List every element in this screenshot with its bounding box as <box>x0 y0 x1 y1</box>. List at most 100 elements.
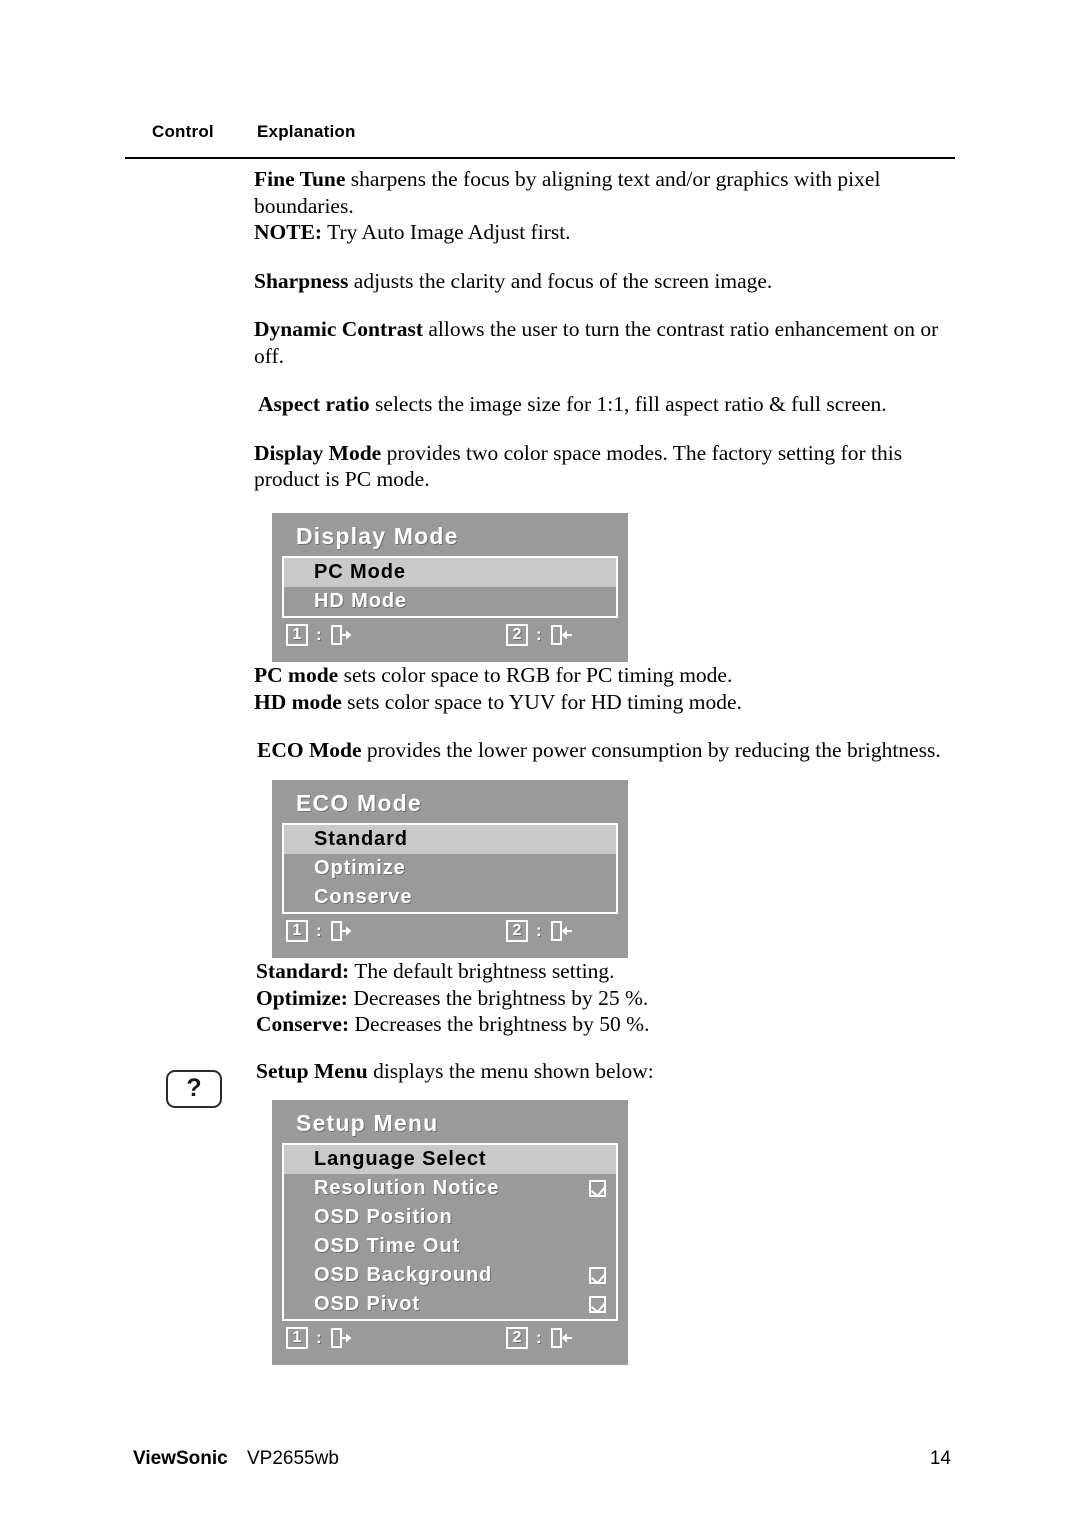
term-eco-mode: ECO Mode <box>257 738 362 762</box>
osd-display-mode: Display Mode PC Mode HD Mode 1 : 2 : <box>272 513 628 662</box>
text-pc-mode: sets color space to RGB for PC timing mo… <box>338 663 733 687</box>
exit-door-right-icon <box>330 1328 352 1348</box>
paragraph-fine-tune: Fine Tune sharpens the focus by aligning… <box>254 166 958 219</box>
osd-item-osd-position-label: OSD Position <box>314 1206 453 1228</box>
explanation-content: Fine Tune sharpens the focus by aligning… <box>254 166 958 515</box>
key-label-1: 1 <box>286 624 308 646</box>
setup-menu-intro-block: Setup Menu displays the menu shown below… <box>256 1058 960 1085</box>
osd-footer-key-1: 1 : <box>286 920 354 942</box>
osd-eco-mode-footer: 1 : 2 : <box>282 920 618 950</box>
osd-eco-mode-title: ECO Mode <box>296 790 422 816</box>
osd-eco-mode-list: Standard Optimize Conserve <box>282 823 618 914</box>
paragraph-optimize: Optimize: Decreases the brightness by 25… <box>256 985 960 1012</box>
paragraph-setup-menu: Setup Menu displays the menu shown below… <box>256 1058 960 1085</box>
page-footer: ViewSonic VP2655wb 14 <box>125 1448 955 1476</box>
text-fine-tune: sharpens the focus by aligning text and/… <box>254 167 881 218</box>
osd-item-standard-label: Standard <box>314 828 408 850</box>
osd-item-osd-time-out[interactable]: OSD Time Out <box>284 1232 616 1261</box>
checkbox-osd-pivot[interactable] <box>589 1296 606 1313</box>
key-separator-1: : <box>316 625 322 644</box>
osd-item-resolution-notice[interactable]: Resolution Notice <box>284 1174 616 1203</box>
osd-footer-key-2: 2 : <box>506 1327 574 1349</box>
key-separator-2: : <box>536 1328 542 1347</box>
osd-item-optimize[interactable]: Optimize <box>284 854 616 883</box>
osd-setup-menu: Setup Menu Language Select Resolution No… <box>272 1100 628 1365</box>
osd-item-osd-background-label: OSD Background <box>314 1264 493 1286</box>
column-header-control: Control <box>152 122 214 141</box>
text-aspect-ratio: selects the image size for 1:1, fill asp… <box>369 392 887 416</box>
osd-display-mode-title: Display Mode <box>296 523 459 549</box>
paragraph-aspect-ratio: Aspect ratio selects the image size for … <box>254 391 958 418</box>
term-note: NOTE: <box>254 220 323 244</box>
term-conserve: Conserve: <box>256 1012 350 1036</box>
footer-model: VP2655wb <box>247 1448 339 1469</box>
term-pc-mode: PC mode <box>254 663 339 687</box>
footer-brand: ViewSonic <box>133 1448 228 1469</box>
osd-setup-menu-footer: 1 : 2 : <box>282 1327 618 1357</box>
osd-display-mode-footer: 1 : 2 : <box>282 624 618 654</box>
osd-item-hd-mode[interactable]: HD Mode <box>284 587 616 616</box>
text-standard: The default brightness setting. <box>349 959 615 983</box>
osd-item-conserve[interactable]: Conserve <box>284 883 616 912</box>
manual-page: Control Explanation Fine Tune sharpens t… <box>0 0 1080 1528</box>
text-setup-menu: displays the menu shown below: <box>367 1059 654 1083</box>
osd-item-conserve-label: Conserve <box>314 886 413 908</box>
eco-mode-descriptions: Standard: The default brightness setting… <box>256 958 960 1038</box>
osd-footer-key-1: 1 : <box>286 1327 354 1349</box>
osd-item-resolution-notice-label: Resolution Notice <box>314 1177 500 1199</box>
osd-item-osd-pivot[interactable]: OSD Pivot <box>284 1290 616 1319</box>
pc-hd-mode-block: PC mode sets color space to RGB for PC t… <box>254 662 958 715</box>
key-separator-2: : <box>536 921 542 940</box>
osd-footer-key-2: 2 : <box>506 624 574 646</box>
osd-item-osd-background[interactable]: OSD Background <box>284 1261 616 1290</box>
key-label-2: 2 <box>506 920 528 942</box>
text-note: Try Auto Image Adjust first. <box>322 220 571 244</box>
text-sharpness: adjusts the clarity and focus of the scr… <box>348 268 773 293</box>
paragraph-standard: Standard: The default brightness setting… <box>256 958 960 985</box>
osd-item-language-select-label: Language Select <box>314 1148 487 1170</box>
paragraph-dynamic-contrast: Dynamic Contrast allows the user to turn… <box>254 316 958 369</box>
osd-item-osd-time-out-label: OSD Time Out <box>314 1235 461 1257</box>
key-label-1: 1 <box>286 1327 308 1349</box>
osd-item-optimize-label: Optimize <box>314 857 406 879</box>
osd-item-language-select[interactable]: Language Select <box>284 1145 616 1174</box>
text-conserve: Decreases the brightness by 50 %. <box>349 1012 650 1036</box>
text-optimize: Decreases the brightness by 25 %. <box>347 985 649 1010</box>
enter-door-left-icon <box>550 625 572 645</box>
key-separator-1: : <box>316 1328 322 1347</box>
header-divider <box>125 157 955 159</box>
osd-footer-key-1: 1 : <box>286 624 354 646</box>
paragraph-eco-mode: ECO Mode provides the lower power consum… <box>257 737 961 764</box>
key-label-2: 2 <box>506 624 528 646</box>
checkbox-osd-background[interactable] <box>589 1267 606 1284</box>
osd-item-osd-position[interactable]: OSD Position <box>284 1203 616 1232</box>
osd-item-standard[interactable]: Standard <box>284 825 616 854</box>
term-standard: Standard: <box>256 959 350 983</box>
osd-eco-mode: ECO Mode Standard Optimize Conserve 1 : <box>272 780 628 958</box>
key-label-2: 2 <box>506 1327 528 1349</box>
question-mark-icon: ? <box>166 1070 222 1108</box>
exit-door-right-icon <box>330 625 352 645</box>
osd-display-mode-list: PC Mode HD Mode <box>282 556 618 618</box>
paragraph-conserve: Conserve: Decreases the brightness by 50… <box>256 1011 960 1038</box>
osd-item-pc-mode[interactable]: PC Mode <box>284 558 616 587</box>
osd-setup-menu-list: Language Select Resolution Notice OSD Po… <box>282 1143 618 1321</box>
term-setup-menu: Setup Menu <box>256 1059 368 1083</box>
exit-door-right-icon <box>330 921 352 941</box>
checkbox-resolution-notice[interactable] <box>589 1180 606 1197</box>
term-dynamic-contrast: Dynamic Contrast <box>254 317 423 341</box>
osd-item-pc-mode-label: PC Mode <box>314 561 406 583</box>
paragraph-note: NOTE: Try Auto Image Adjust first. <box>254 219 958 246</box>
paragraph-sharpness: Sharpness adjusts the clarity and focus … <box>254 268 958 295</box>
term-aspect-ratio: Aspect ratio <box>258 392 370 416</box>
osd-setup-menu-title: Setup Menu <box>296 1110 439 1136</box>
osd-item-osd-pivot-label: OSD Pivot <box>314 1293 420 1315</box>
osd-footer-key-2: 2 : <box>506 920 574 942</box>
term-display-mode: Display Mode <box>254 440 382 465</box>
key-separator-1: : <box>316 921 322 940</box>
eco-mode-intro-block: ECO Mode provides the lower power consum… <box>257 737 961 764</box>
text-hd-mode: sets color space to YUV for HD timing mo… <box>341 689 742 714</box>
enter-door-left-icon <box>550 921 572 941</box>
paragraph-display-mode: Display Mode provides two color space mo… <box>254 440 958 493</box>
paragraph-pc-mode: PC mode sets color space to RGB for PC t… <box>254 662 958 689</box>
